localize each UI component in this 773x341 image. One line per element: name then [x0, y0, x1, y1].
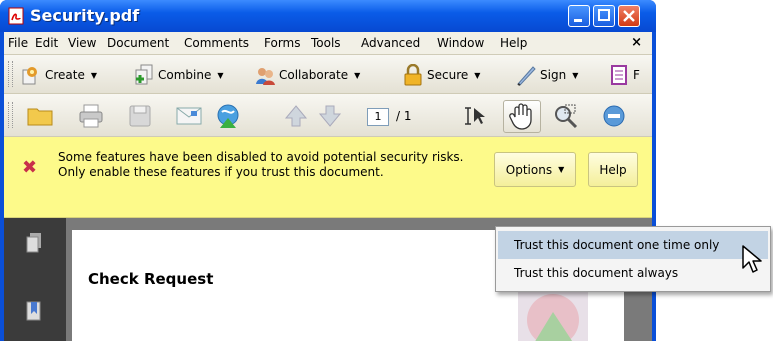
maximize-button[interactable]: [593, 5, 615, 27]
help-label: Help: [599, 162, 627, 177]
client-area: File Edit View Document Comments Forms T…: [4, 32, 652, 341]
pen-icon: [517, 66, 536, 86]
help-button[interactable]: Help: [588, 152, 638, 187]
options-button[interactable]: Options ▼: [494, 152, 576, 187]
close-icon: [623, 10, 635, 22]
chevron-down-icon: ▼: [474, 70, 481, 80]
menu-view[interactable]: View: [68, 36, 96, 50]
pdf-app-icon: [8, 7, 24, 25]
close-document-button[interactable]: ×: [631, 35, 642, 50]
create-button[interactable]: Create ▼: [20, 63, 97, 87]
menu-forms[interactable]: Forms: [264, 36, 300, 50]
collaborate-icon: [256, 68, 275, 85]
menu-window[interactable]: Window: [437, 36, 484, 50]
chevron-down-icon: ▼: [354, 70, 361, 80]
print-icon[interactable]: [77, 102, 105, 130]
collaborate-online-icon[interactable]: [214, 102, 242, 130]
collaborate-button[interactable]: Collaborate ▼: [254, 63, 360, 87]
secure-button[interactable]: Secure ▼: [402, 63, 480, 87]
menu-help[interactable]: Help: [500, 36, 527, 50]
hand-icon: [509, 103, 532, 130]
chevron-down-icon: ▼: [558, 165, 565, 174]
toolbar-grip[interactable]: [8, 61, 13, 87]
options-label: Options: [505, 162, 553, 177]
chevron-down-icon: ▼: [217, 70, 224, 80]
navigation-pane: [4, 218, 66, 341]
menu-tools[interactable]: Tools: [311, 36, 341, 50]
title-bar[interactable]: Security.pdf: [0, 0, 656, 32]
collaborate-label: Collaborate: [279, 68, 349, 82]
chevron-down-icon: ▼: [572, 70, 579, 80]
combine-label: Combine: [158, 68, 212, 82]
maximize-icon: [598, 9, 610, 21]
tasks-toolbar: Create ▼ Combine ▼ Collaborate ▼ Secure ▼ Si…: [4, 55, 652, 94]
marquee-zoom-icon[interactable]: [552, 102, 580, 130]
trust-always-menu-item[interactable]: Trust this document always: [498, 259, 768, 287]
menu-bar: File Edit View Document Comments Forms T…: [4, 32, 652, 55]
forms-task-label: F: [633, 68, 640, 82]
bookmarks-panel-icon[interactable]: [26, 300, 42, 322]
menu-file[interactable]: File: [8, 36, 28, 50]
minimize-button[interactable]: [568, 5, 590, 27]
arrow-down-icon[interactable]: [316, 102, 344, 130]
minimize-icon: [574, 19, 582, 22]
menu-advanced[interactable]: Advanced: [361, 36, 420, 50]
chevron-down-icon: ▼: [90, 70, 98, 80]
close-window-button[interactable]: [618, 5, 640, 27]
secure-label: Secure: [427, 68, 469, 82]
window-title: Security.pdf: [30, 6, 140, 25]
sign-label: Sign: [540, 68, 567, 82]
file-toolbar: 1 / 1: [4, 94, 652, 137]
document-graphic: [518, 290, 588, 341]
mouse-pointer-icon: [742, 245, 762, 273]
warning-x-icon: ✖: [22, 157, 38, 178]
lock-icon: [404, 64, 422, 86]
document-heading: Check Request: [88, 270, 214, 288]
forms-task-button[interactable]: F: [608, 63, 640, 87]
create-icon: [22, 67, 37, 85]
zoom-out-icon[interactable]: [600, 102, 628, 130]
create-label: Create: [45, 68, 85, 82]
page-total: / 1: [396, 109, 412, 123]
page-number-input[interactable]: 1: [367, 108, 389, 126]
menu-document[interactable]: Document: [107, 36, 169, 50]
save-icon[interactable]: [126, 102, 154, 130]
trust-once-menu-item[interactable]: Trust this document one time only: [498, 231, 768, 259]
hand-tool-button[interactable]: [503, 100, 541, 133]
menu-comments[interactable]: Comments: [184, 36, 249, 50]
arrow-up-icon[interactable]: [282, 102, 310, 130]
options-dropdown-menu: Trust this document one time only Trust …: [495, 226, 771, 292]
combine-button[interactable]: Combine ▼: [133, 63, 224, 87]
select-text-icon[interactable]: [460, 102, 488, 130]
pages-panel-icon[interactable]: [26, 232, 42, 254]
email-icon[interactable]: [175, 102, 203, 130]
menu-edit[interactable]: Edit: [35, 36, 58, 50]
combine-icon: [135, 64, 153, 85]
form-icon: [611, 65, 627, 85]
toolbar-grip[interactable]: [8, 102, 13, 128]
sign-button[interactable]: Sign ▼: [515, 63, 578, 87]
security-message-text: Some features have been disabled to avoi…: [58, 150, 464, 179]
open-folder-icon[interactable]: [26, 102, 54, 130]
security-message-bar: ✖ Some features have been disabled to av…: [4, 137, 652, 218]
